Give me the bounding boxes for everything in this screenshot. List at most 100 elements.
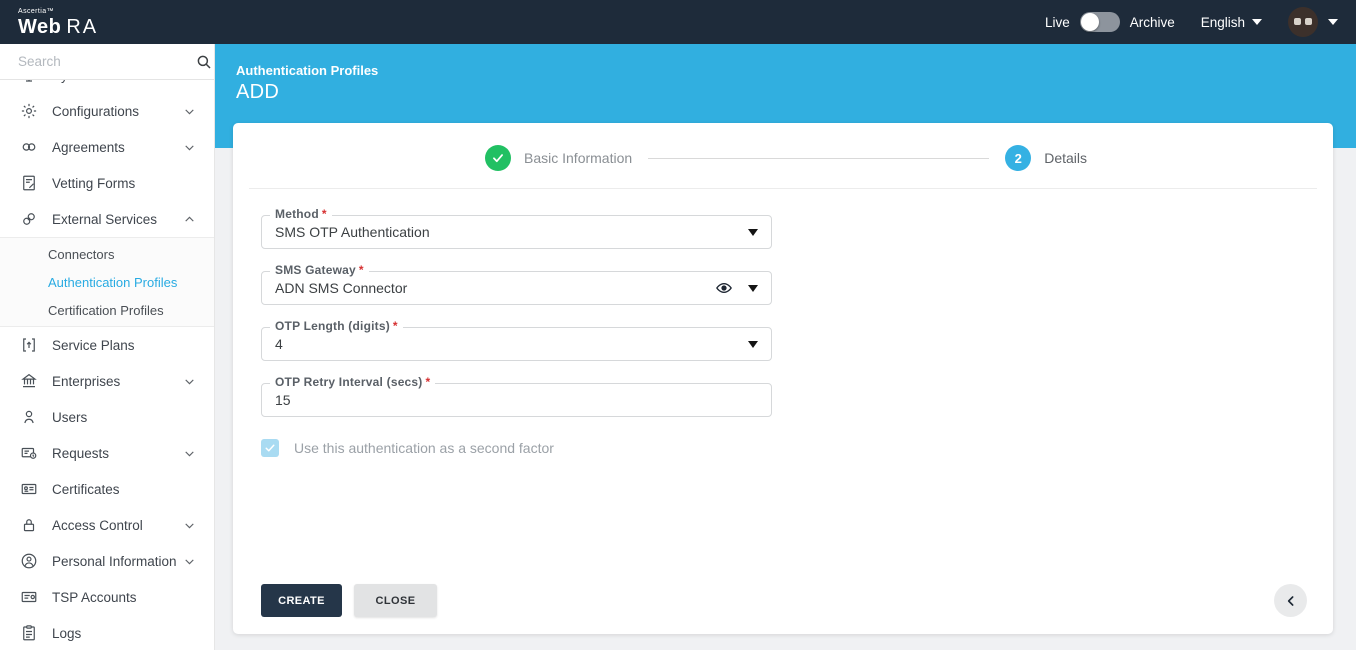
close-button[interactable]: CLOSE (354, 584, 437, 617)
card-actions: CREATE CLOSE (233, 584, 1333, 634)
chevron-down-icon (185, 108, 194, 115)
required-asterisk: * (425, 375, 431, 389)
sidebar-item-external-services[interactable]: External Services (0, 201, 214, 237)
sidebar-item-agreements[interactable]: Agreements (0, 129, 214, 165)
avatar[interactable] (1288, 7, 1318, 37)
sidebar-item-enterprises[interactable]: Enterprises (0, 363, 214, 399)
search-icon[interactable] (195, 53, 213, 71)
stepper: Basic Information 2 Details (233, 123, 1333, 188)
sidebar-item-label: Access Control (52, 517, 143, 533)
sidebar-menu: System Configurations Agreements Vetting… (0, 80, 214, 650)
step1-label: Basic Information (524, 150, 633, 166)
live-archive-toggle[interactable] (1079, 12, 1120, 32)
sidebar-item-label: Vetting Forms (52, 175, 136, 191)
sidebar-item-access-control[interactable]: Access Control (0, 507, 214, 543)
method-label: Method * (270, 207, 332, 221)
stepper-connector (648, 157, 990, 159)
sidebar-subitem-connectors[interactable]: Connectors (0, 240, 214, 268)
step-details[interactable]: 2 Details (1005, 145, 1087, 171)
sidebar-item-label: System (52, 80, 97, 83)
breadcrumb: Authentication Profiles (236, 63, 379, 78)
search-input[interactable] (18, 54, 195, 69)
required-asterisk: * (392, 319, 398, 333)
sidebar-item-tsp-accounts[interactable]: TSP Accounts (0, 579, 214, 615)
sidebar-item-certificates[interactable]: Certificates (0, 471, 214, 507)
otp-length-value: 4 (275, 336, 283, 352)
sidebar-item-label: Configurations (52, 103, 140, 119)
details-form: Method * SMS OTP Authentication SMS Gatew… (233, 189, 1333, 457)
avatar-glasses (1294, 18, 1312, 25)
second-factor-checkbox[interactable] (261, 439, 279, 457)
step-basic-information[interactable]: Basic Information (485, 145, 632, 171)
sidebar-item-label: Requests (52, 445, 110, 461)
caret-down-icon (748, 228, 758, 236)
step1-circle (485, 145, 511, 171)
sidebar-item-users[interactable]: Users (0, 399, 214, 435)
chevron-down-icon (185, 558, 194, 565)
step2-label: Details (1044, 150, 1087, 166)
brand-company: Ascertia™ (18, 7, 54, 15)
clipboard-icon (23, 625, 35, 641)
sidebar-item-personal-information[interactable]: Personal Information (0, 543, 214, 579)
sidebar-item-label: External Services (52, 211, 158, 227)
user-menu-caret-icon[interactable] (1328, 19, 1338, 25)
sidebar-item-label: Users (52, 409, 88, 425)
toggle-knob (1080, 13, 1099, 31)
form-icon (23, 175, 35, 191)
sms-gateway-select[interactable]: SMS Gateway * ADN SMS Connector (261, 263, 772, 305)
sidebar-subitem-authentication-profiles[interactable]: Authentication Profiles (0, 268, 214, 296)
caret-down-icon (1252, 19, 1262, 25)
sidebar-subitem-certification-profiles[interactable]: Certification Profiles (0, 296, 214, 324)
external-services-submenu: Connectors Authentication Profiles Certi… (0, 237, 214, 327)
method-value: SMS OTP Authentication (275, 224, 430, 240)
bank-icon (21, 373, 37, 388)
brand-logo[interactable]: Ascertia™ Web RA (18, 8, 98, 37)
sidebar-item-label: Enterprises (52, 373, 121, 389)
check-icon (265, 444, 275, 452)
chevron-down-icon (185, 144, 194, 151)
handshake-icon (22, 143, 36, 151)
otp-retry-interval-field[interactable]: OTP Retry Interval (secs) * (261, 375, 772, 417)
sidebar-item-label: Service Plans (52, 337, 135, 353)
second-factor-checkbox-row: Use this authentication as a second fact… (261, 439, 1333, 457)
chevron-down-icon (185, 522, 194, 529)
otp-retry-interval-label: OTP Retry Interval (secs) * (270, 375, 436, 389)
sidebar-item-vetting-forms[interactable]: Vetting Forms (0, 165, 214, 201)
lock-icon (23, 519, 35, 532)
sidebar-item-configurations[interactable]: Configurations (0, 93, 214, 129)
certificate-icon (21, 483, 37, 495)
sms-gateway-value: ADN SMS Connector (275, 280, 408, 296)
monitor-icon (26, 80, 32, 82)
sidebar-item-service-plans[interactable]: Service Plans (0, 327, 214, 363)
archive-label: Archive (1129, 14, 1175, 30)
otp-retry-interval-input[interactable] (275, 392, 758, 408)
eye-icon[interactable] (715, 279, 733, 297)
sidebar: System Configurations Agreements Vetting… (0, 44, 215, 650)
sidebar-item-label: Logs (52, 625, 82, 641)
request-icon (21, 447, 37, 459)
user-icon (24, 410, 34, 424)
plan-icon (23, 338, 35, 352)
required-asterisk: * (321, 207, 327, 221)
language-dropdown[interactable]: English (1201, 15, 1262, 30)
sidebar-item-label: Personal Information (52, 553, 177, 569)
sidebar-item-system[interactable]: System (0, 80, 214, 93)
sidebar-item-logs[interactable]: Logs (0, 615, 214, 650)
sidebar-item-label: Certificates (52, 481, 120, 497)
brand-product-name: Web RA (18, 15, 99, 38)
language-label: English (1200, 14, 1245, 30)
otp-length-label: OTP Length (digits) * (270, 319, 403, 333)
back-button[interactable] (1274, 584, 1307, 617)
chevron-down-icon (185, 378, 194, 385)
second-factor-label: Use this authentication as a second fact… (294, 440, 554, 456)
check-icon (493, 154, 503, 163)
sidebar-item-requests[interactable]: Requests (0, 435, 214, 471)
create-button[interactable]: CREATE (261, 584, 342, 617)
method-select[interactable]: Method * SMS OTP Authentication (261, 207, 772, 249)
page-title: ADD (236, 81, 280, 103)
otp-length-select[interactable]: OTP Length (digits) * 4 (261, 319, 772, 361)
sidebar-item-label: Agreements (52, 139, 125, 155)
link-icon (23, 213, 35, 225)
chevron-down-icon (185, 450, 194, 457)
chevron-up-icon (185, 215, 194, 222)
